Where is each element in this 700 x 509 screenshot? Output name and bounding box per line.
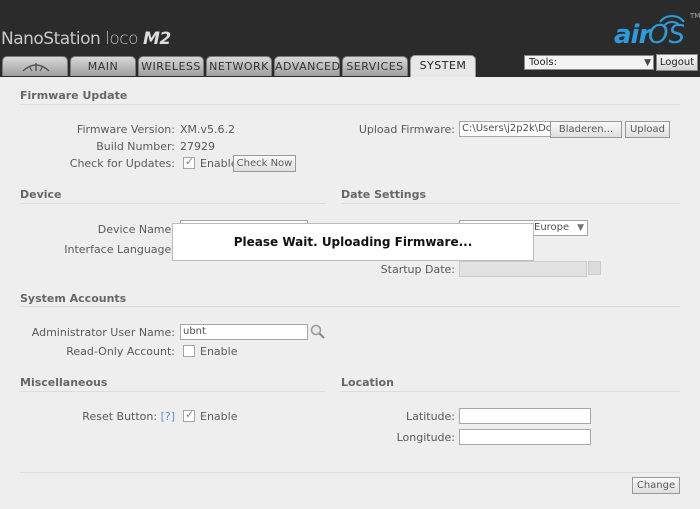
tab-advanced[interactable]: ADVANCED (274, 56, 340, 76)
tab-services[interactable]: SERVICES (342, 56, 408, 76)
logout-button[interactable]: Logout (656, 54, 698, 71)
logo-os-text: OS (648, 20, 685, 50)
tab-main[interactable]: MAIN (70, 56, 136, 76)
brand-model: M2 (142, 29, 171, 49)
tools-dropdown-value: Tools: (529, 57, 558, 68)
header-bar: NanoStation loco M2 air OS TM (0, 0, 700, 55)
tools-dropdown[interactable]: Tools: ▼ (524, 55, 654, 70)
tab-ubiquiti-logo[interactable] (2, 56, 68, 76)
trademark-text: TM (690, 12, 700, 20)
brand-name: NanoStation (1, 29, 101, 49)
chevron-down-icon: ▼ (644, 58, 651, 68)
ubiquiti-logo-icon (22, 63, 50, 72)
modal-backdrop (0, 77, 700, 509)
airos-logo: air OS TM (614, 12, 700, 50)
tab-system[interactable]: SYSTEM (410, 55, 476, 77)
product-logo: NanoStation loco M2 (1, 29, 171, 49)
logo-air-text: air (614, 20, 651, 50)
brand-loco: loco (105, 29, 139, 49)
tab-wireless[interactable]: WIRELESS (138, 56, 204, 76)
tab-network[interactable]: NETWORK (206, 56, 272, 76)
upload-progress-dialog: Please Wait. Uploading Firmware... (172, 223, 534, 261)
